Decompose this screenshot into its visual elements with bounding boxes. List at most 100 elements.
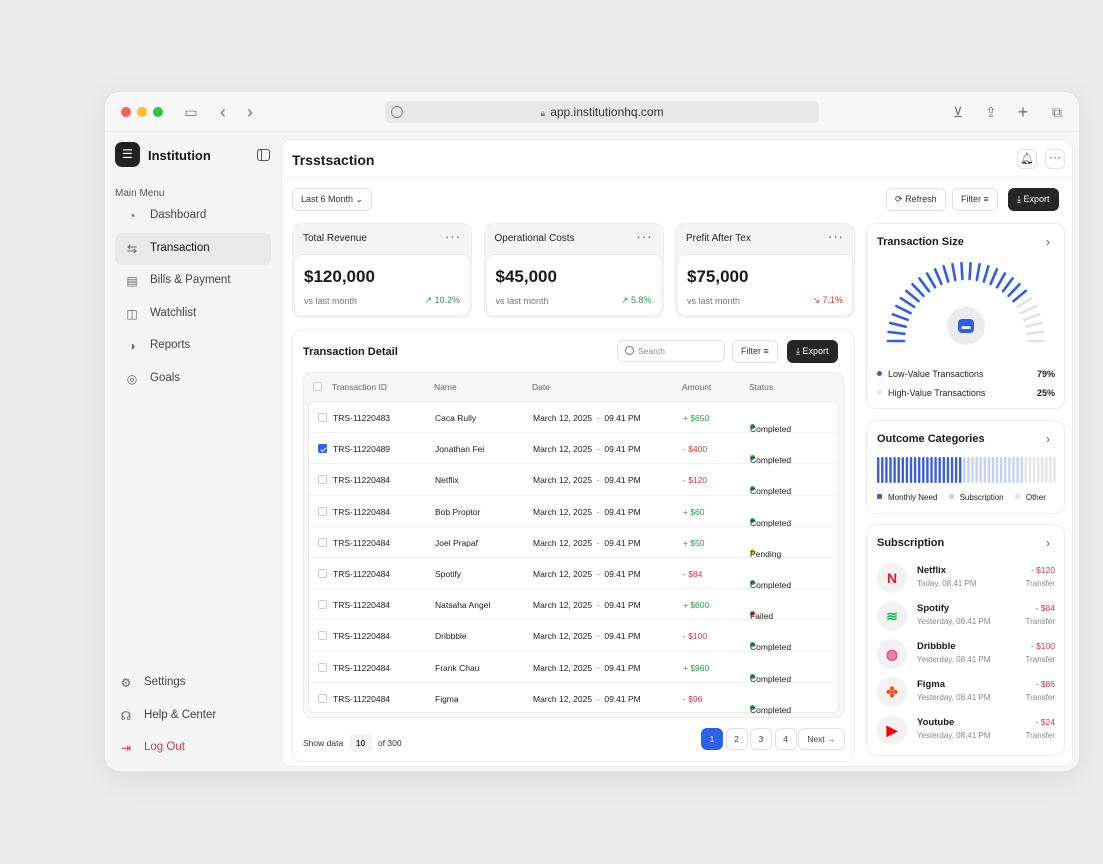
stat-comparison: vs last month: [304, 296, 358, 306]
period-dropdown[interactable]: Last 6 Month ⌄: [292, 188, 373, 211]
outcome-bar: [1000, 457, 1003, 483]
table-filter-button[interactable]: Filter ≡: [732, 340, 778, 363]
transaction-table: Transaction ID Name Date Amount Status T…: [303, 372, 844, 718]
sidebar-item-dashboard[interactable]: ◔ Dashboard: [115, 200, 271, 232]
new-tab-icon[interactable]: +: [1013, 103, 1033, 121]
outcome-bar: [979, 457, 982, 483]
table-row[interactable]: TRS-11220484 Bob Proptor March 12, 2025 · …: [309, 496, 838, 528]
row-checkbox[interactable]: [318, 662, 327, 672]
gauge-tick: [925, 272, 937, 289]
legend-label: Monthly Need: [888, 493, 938, 502]
share-icon[interactable]: ⇪: [981, 103, 1001, 121]
subscription-item[interactable]: ≋ Spotify Yesterday, 08.41 PM - $84 Transfer: [877, 599, 1055, 633]
transaction-id: TRS-11220484: [333, 537, 391, 548]
table-row[interactable]: TRS-11220484 Joel Prapaf March 12, 2025 · …: [309, 527, 838, 559]
table-row[interactable]: TRS-11220484 Spotify March 12, 2025 · 09.4…: [309, 558, 838, 590]
sidebar-item-log-out[interactable]: ⇥ Log Out: [109, 732, 265, 764]
table-row[interactable]: TRS-11220484 Frank Chau March 12, 2025 · 0…: [309, 652, 838, 684]
more-options-icon[interactable]: ···: [637, 229, 653, 244]
goals-icon: ◎: [126, 371, 138, 386]
divider: [282, 177, 1072, 178]
subscription-item[interactable]: ✤ Figma Yesterday, 08.41 PM - $86 Transfer: [877, 675, 1055, 709]
window-minimize-button[interactable]: [137, 107, 147, 117]
sidebar-item-bills-payment[interactable]: ▤ Bills & Payment: [115, 265, 271, 297]
select-all-checkbox[interactable]: [313, 382, 322, 391]
table-row[interactable]: TRS-11220483 Caca Rully March 12, 2025 · 0…: [309, 402, 838, 434]
row-checkbox[interactable]: [318, 693, 327, 703]
more-options-icon[interactable]: ···: [1045, 149, 1065, 169]
gauge-tick: [1012, 289, 1028, 303]
table-row[interactable]: TRS-11220484 Netflix March 12, 2025 · 09.4…: [309, 464, 838, 496]
chevron-right-icon[interactable]: ›: [1046, 432, 1050, 446]
outcome-bar: [971, 457, 974, 483]
subscription-item[interactable]: N Netflix Today, 08.41 PM - $120 Transfer: [877, 561, 1055, 595]
table-export-button[interactable]: ⤓ Export: [787, 340, 838, 363]
sidebar-item-label: Transaction: [150, 241, 210, 254]
notification-bell-icon[interactable]: 🔔︎: [1017, 149, 1037, 169]
subscription-type: Transfer: [1025, 731, 1056, 740]
page-2-button[interactable]: 2: [725, 728, 748, 750]
page-1-button[interactable]: 1: [701, 728, 723, 750]
collapse-sidebar-icon[interactable]: [257, 149, 270, 161]
row-checkbox[interactable]: [318, 537, 327, 547]
more-options-icon[interactable]: ···: [828, 229, 844, 244]
window-close-button[interactable]: [121, 107, 131, 117]
site-settings-icon[interactable]: [391, 106, 403, 118]
gauge-tick: [887, 330, 906, 336]
address-bar[interactable]: 🔒︎ app.institutionhq.com: [385, 101, 819, 123]
window-maximize-button[interactable]: [153, 107, 163, 117]
rows-per-page-select[interactable]: 10: [349, 734, 372, 752]
chevron-right-icon[interactable]: ›: [1046, 536, 1050, 550]
refresh-button[interactable]: ⟳ Refresh: [886, 188, 946, 211]
transaction-size-card: Transaction Size › ▬ Low-Value Transacti…: [866, 223, 1065, 409]
filter-button[interactable]: Filter ≡: [952, 188, 998, 211]
sidebar-item-goals[interactable]: ◎ Goals: [115, 363, 271, 395]
table-row[interactable]: TRS-11220484 Figma March 12, 2025 · 09.41 …: [309, 683, 838, 715]
sidebar-toggle-icon[interactable]: ▭: [181, 103, 201, 121]
table-row[interactable]: TRS-11220489 Jonathan Fei March 12, 2025 ·…: [309, 433, 838, 465]
row-checkbox[interactable]: [318, 413, 327, 422]
transaction-id: TRS-11220484: [333, 506, 391, 517]
search-input[interactable]: Search: [617, 340, 725, 362]
table-row[interactable]: TRS-11220484 Natsaha Angel March 12, 2025 …: [309, 589, 838, 621]
dashboard-icon: ◔: [128, 209, 136, 223]
subscription-title: Subscription: [877, 537, 945, 549]
sidebar-item-help-center[interactable]: ☊ Help & Center: [109, 700, 265, 732]
page-title: Trsstsaction: [292, 152, 375, 168]
forward-icon[interactable]: ›: [240, 103, 260, 121]
column-header: Transaction ID: [332, 382, 387, 392]
subscription-item[interactable]: ◍ Dribbble Yesterday, 08.41 PM - $100 Transf…: [877, 637, 1055, 671]
row-checkbox[interactable]: [318, 444, 327, 454]
more-options-icon[interactable]: ···: [445, 229, 461, 244]
stat-change: ↘ 7.1%: [812, 295, 843, 305]
sidebar-item-settings[interactable]: ⚙ Settings: [109, 667, 265, 699]
menu-heading: Main Menu: [115, 188, 165, 199]
row-checkbox[interactable]: [318, 475, 327, 485]
stat-value: $45,000: [495, 267, 557, 286]
gauge-tick: [942, 264, 950, 283]
back-icon[interactable]: ‹: [213, 103, 233, 121]
sidebar-item-reports[interactable]: ◑ Reports: [115, 330, 271, 362]
page-3-button[interactable]: 3: [750, 728, 772, 750]
page-4-button[interactable]: 4: [774, 728, 797, 750]
stat-value: $120,000: [304, 267, 375, 286]
gauge-tick: [975, 262, 981, 282]
next-page-button[interactable]: Next →: [798, 728, 845, 750]
row-checkbox[interactable]: [318, 506, 327, 516]
chevron-right-icon[interactable]: ›: [1046, 235, 1050, 249]
transaction-name: Natsaha Angel: [435, 600, 491, 611]
gear-icon: ⚙: [120, 676, 132, 690]
netflix-logo-icon: N: [877, 563, 907, 593]
export-button[interactable]: ⤓ Export: [1008, 188, 1059, 211]
sidebar-item-watchlist[interactable]: ◫ Watchlist: [115, 298, 271, 330]
row-checkbox[interactable]: [318, 569, 327, 578]
legend-label: High-Value Transactions: [888, 388, 986, 398]
download-icon[interactable]: ⊻: [948, 103, 968, 121]
row-checkbox[interactable]: [318, 600, 327, 610]
sidebar-item-label: Watchlist: [150, 306, 197, 319]
tabs-overview-icon[interactable]: ⧉: [1047, 103, 1067, 121]
subscription-item[interactable]: ▶ Youtube Yesterday, 08.41 PM - $24 Transfer: [877, 713, 1055, 747]
sidebar-item-transaction[interactable]: ⇆ Transaction: [115, 232, 271, 265]
row-checkbox[interactable]: [318, 631, 327, 641]
table-row[interactable]: TRS-11220484 Dribbble March 12, 2025 · 09.…: [309, 620, 838, 652]
